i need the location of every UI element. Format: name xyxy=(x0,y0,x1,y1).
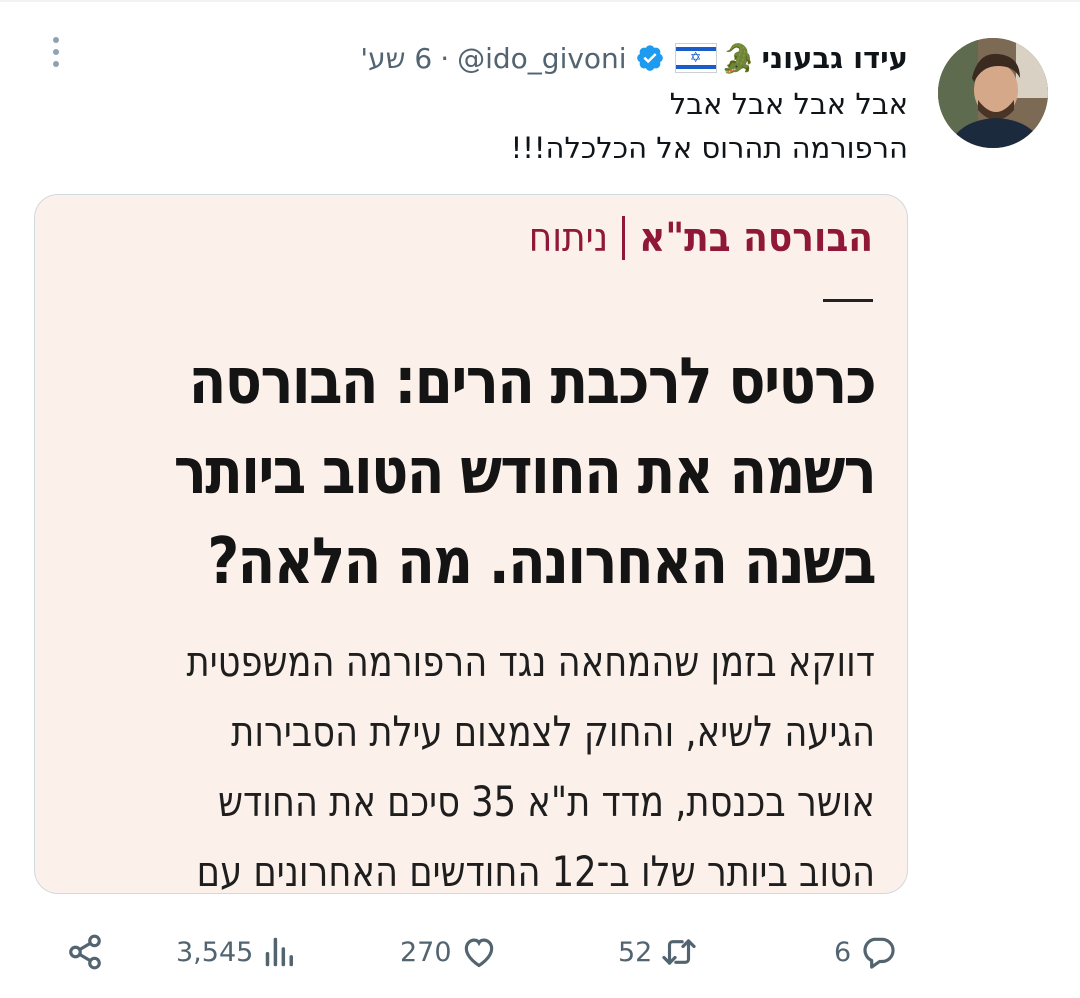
like-button[interactable]: 270 xyxy=(400,920,498,984)
views-icon xyxy=(266,937,294,967)
tweet-text: אבל אבל אבל אבל הרפורמה תהרוס אל הכלכלה!… xyxy=(148,82,908,170)
article-body: דווקא בזמן שהמחאה נגד הרפורמה המשפטית הג… xyxy=(43,627,876,894)
body-line: הטוב ביותר שלו ב־12 החודשים האחרונים עם xyxy=(196,847,875,894)
share-icon xyxy=(69,934,101,970)
kicker-divider xyxy=(622,216,626,260)
more-options-icon[interactable] xyxy=(38,32,74,72)
tweet-header: עידו גבעוני 🐊 ✡ @ido_givoni · 6 שע' xyxy=(360,38,908,78)
top-divider xyxy=(0,0,1080,2)
tweet-text-line: אבל אבל אבל אבל xyxy=(669,87,908,121)
attached-image[interactable]: הבורסה בת"א ניתוח כרטיס לרכבת הרים: הבור… xyxy=(34,194,908,894)
retweet-button[interactable]: 52 xyxy=(618,920,698,984)
retweet-count: 52 xyxy=(618,936,653,968)
kicker-label: הבורסה בת"א xyxy=(639,215,873,261)
headline-rule xyxy=(823,299,873,302)
reply-icon xyxy=(863,937,895,969)
body-line: אושר בכנסת, מדד ת"א 35 סיכם את החודש xyxy=(217,777,875,826)
action-bar: 3,545 270 52 6 xyxy=(0,920,1080,984)
section-label: ניתוח xyxy=(528,215,609,261)
author-handle[interactable]: @ido_givoni xyxy=(457,42,626,75)
israel-flag-icon: ✡ xyxy=(674,43,717,73)
tweet-text-line: הרפורמה תהרוס אל הכלכלה!!! xyxy=(510,131,908,165)
headline-line: כרטיס לרכבת הרים: הבורסה xyxy=(188,345,877,419)
views-count: 3,545 xyxy=(176,936,254,968)
verified-badge-icon[interactable] xyxy=(635,43,665,73)
views-button[interactable]: 3,545 xyxy=(176,920,299,984)
tweet-time[interactable]: 6 שע' xyxy=(360,42,432,75)
reply-button[interactable]: 6 xyxy=(834,920,897,984)
headline-line: רשמה את החודש הטוב ביותר xyxy=(173,435,877,509)
share-button[interactable] xyxy=(66,920,104,984)
crocodile-emoji-icon: 🐊 xyxy=(720,41,756,75)
article-kicker: הבורסה בת"א ניתוח xyxy=(529,215,873,261)
headline-line: בשנה האחרונה. מה הלאה? xyxy=(207,525,876,599)
like-count: 270 xyxy=(400,936,452,968)
author-name[interactable]: עידו גבעוני xyxy=(761,41,908,75)
article-headline: כרטיס לרכבת הרים: הבורסה רשמה את החודש ה… xyxy=(54,337,877,607)
retweet-icon xyxy=(662,939,696,965)
avatar[interactable] xyxy=(938,38,1048,148)
body-line: הגיעה לשיא, והחוק לצמצום עילת הסבירות xyxy=(231,707,876,756)
reply-count: 6 xyxy=(834,936,852,968)
body-line: דווקא בזמן שהמחאה נגד הרפורמה המשפטית xyxy=(186,637,875,686)
heart-icon xyxy=(464,938,493,968)
header-separator: · xyxy=(440,41,450,75)
